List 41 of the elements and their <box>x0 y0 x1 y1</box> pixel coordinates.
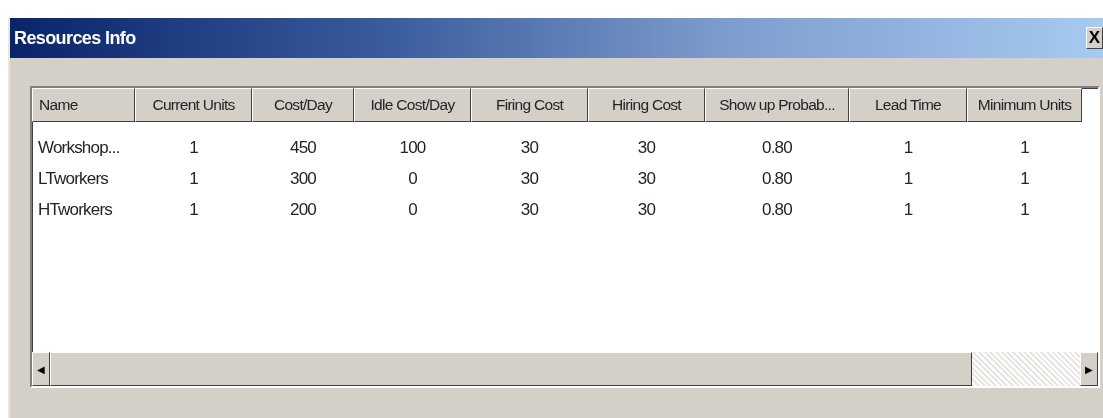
scroll-thumb[interactable] <box>50 352 972 386</box>
table-cell-text: 30 <box>636 199 657 221</box>
table-cell-text: Workshop... <box>37 137 121 159</box>
column-header[interactable]: Minimum Units <box>967 88 1082 122</box>
table-cell-text: 1 <box>188 137 199 159</box>
table-cell-text: 1 <box>902 137 914 159</box>
table-cell-text: 1 <box>902 168 914 190</box>
close-button[interactable]: X <box>1085 27 1103 49</box>
table-cell-text: 1 <box>1019 137 1030 159</box>
table-cell-text: 0 <box>407 168 418 190</box>
column-header[interactable]: Cost/Day <box>252 88 354 122</box>
column-header[interactable]: Name <box>32 88 135 122</box>
scroll-right-button[interactable]: ▶ <box>1080 352 1098 386</box>
scroll-left-button[interactable]: ◀ <box>32 352 50 386</box>
column-header[interactable]: Idle Cost/Day <box>354 88 471 122</box>
table-cell-text: 100 <box>398 137 427 159</box>
table-cell-text: LTworkers <box>37 168 109 190</box>
table-cell-text: 300 <box>289 168 317 190</box>
table-cell-text: 30 <box>519 168 540 190</box>
table-cell-text: 30 <box>636 168 657 190</box>
column-header[interactable]: Firing Cost <box>471 88 588 122</box>
table-cell-text: 1 <box>188 199 199 221</box>
table-cell-text: 0.80 <box>761 137 793 159</box>
column-header[interactable]: Hiring Cost <box>588 88 705 122</box>
window-title: Resources Info <box>14 26 136 50</box>
table-cell-text: 0.80 <box>761 168 793 190</box>
table-cell-text: 1 <box>1019 168 1030 190</box>
table-cell-text: 0 <box>407 199 418 221</box>
table-cell-text: 1 <box>188 168 199 190</box>
table-cell-text: 30 <box>519 199 540 221</box>
table-cell-text: HTworkers <box>37 199 114 221</box>
column-header[interactable]: Lead Time <box>849 88 967 122</box>
table-cell-text: 30 <box>519 137 540 159</box>
column-header[interactable]: Current Units <box>135 88 252 122</box>
table-cell-text: 1 <box>1019 199 1030 221</box>
table-cell-text: 1 <box>902 199 914 221</box>
table-cell-text: 200 <box>289 199 317 221</box>
table-cell-text: 30 <box>636 137 657 159</box>
column-header[interactable]: Show up Probab... <box>705 88 849 122</box>
table-cell-text: 0.80 <box>761 199 793 221</box>
table-cell-text: 450 <box>289 137 317 159</box>
